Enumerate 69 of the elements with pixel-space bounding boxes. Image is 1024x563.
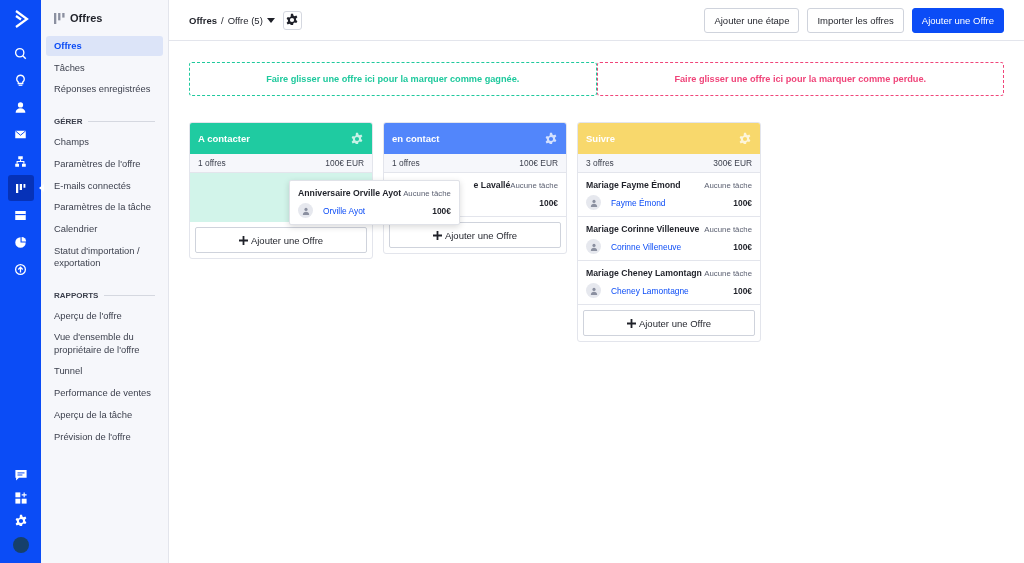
sidebar-item[interactable]: Offres	[46, 36, 163, 57]
breadcrumb-separator: /	[221, 14, 224, 26]
deal-title[interactable]: Mariage Fayme Émond	[586, 180, 681, 190]
sidebar-title: Offres	[70, 12, 103, 24]
stage-total: 100€ EUR	[519, 158, 558, 168]
stage-name: Suivre	[586, 133, 616, 144]
contact-link[interactable]: Corinne Villeneuve	[611, 241, 682, 252]
sidebar-item[interactable]: Paramètres de l'offre	[46, 153, 163, 175]
contact-link[interactable]: Orville Ayot	[323, 205, 366, 216]
deal-count: 3 offres	[586, 158, 614, 168]
plus-icon	[432, 230, 442, 240]
deal-title[interactable]: Mariage Corinne Villeneuve	[586, 224, 700, 234]
contact-link[interactable]: Cheney Lamontagne	[611, 285, 689, 296]
add-deal-button[interactable]: Ajouter une Offre	[195, 227, 367, 253]
breadcrumb-link[interactable]: Offres	[189, 14, 217, 26]
deal-title[interactable]: Mariage Cheney Lamontagn	[586, 268, 702, 278]
pipeline-selector[interactable]: Offre (5)	[227, 14, 263, 26]
chat-icon[interactable]	[13, 468, 28, 482]
sidebar-item[interactable]: Champs	[46, 132, 163, 153]
drop-zone: Faire glisser une offre ici pour la marquer comme gagnée.	[189, 62, 597, 96]
lightbulb-icon	[13, 72, 28, 88]
deal-amount: 100€	[432, 205, 451, 216]
drop-zone: Faire glisser une offre ici pour la marquer comme perdue.	[596, 62, 1004, 96]
deal-count: 1 offres	[198, 158, 226, 168]
plus-icon	[238, 235, 248, 245]
sidebar-item[interactable]: Paramètres de la tâche	[46, 197, 163, 218]
deal-title[interactable]: e Lavallé	[473, 180, 511, 190]
contact-link[interactable]: Fayme Émond	[611, 197, 666, 208]
add-deal-button[interactable]: Ajouter une Offre	[583, 310, 755, 336]
section-heading: GÉRER	[54, 117, 83, 127]
caret-icon[interactable]	[266, 17, 275, 23]
section-heading: RAPPORTS	[54, 290, 99, 300]
stage-name: en contact	[392, 133, 440, 144]
contact-avatar-icon	[298, 203, 313, 218]
deal-count: 1 offres	[392, 158, 420, 168]
sidebar-item[interactable]: Aperçu de l'offre	[46, 305, 163, 326]
upload-icon	[13, 261, 28, 277]
board-icon	[54, 12, 65, 24]
contact-avatar-icon	[586, 239, 601, 254]
deal-amount: 100€	[539, 197, 558, 208]
stage-total: 100€ EUR	[325, 158, 364, 168]
stage-total: 300€ EUR	[713, 158, 752, 168]
stage-name: A contacter	[198, 133, 250, 144]
action-button[interactable]: Ajouter une Offre	[911, 7, 1004, 33]
action-button[interactable]: Importer les offres	[807, 7, 904, 33]
sidebar-item[interactable]: Aperçu de la tâche	[46, 404, 163, 425]
sidebar-item[interactable]: Tunnel	[46, 361, 163, 382]
contact-avatar-icon	[586, 195, 601, 210]
action-button[interactable]: Ajouter une étape	[704, 7, 800, 33]
pie-chart-icon	[13, 234, 28, 250]
sidebar-item[interactable]: E-mails connectés	[46, 175, 163, 196]
sidebar-item[interactable]: Calendrier	[46, 219, 163, 240]
deal-amount: 100€	[733, 241, 752, 252]
plus-icon	[626, 318, 636, 328]
deal-amount: 100€	[733, 197, 752, 208]
deal-amount: 100€	[733, 285, 752, 296]
contact-avatar-icon	[586, 283, 601, 298]
sidebar-item[interactable]: Prévision de l'offre	[46, 426, 163, 447]
person-icon	[13, 99, 28, 115]
sidebar-item[interactable]: Statut d'importation / exportation	[46, 240, 163, 274]
search-icon	[13, 45, 28, 61]
sidebar-item[interactable]: Vue d'ensemble du propriétaire de l'offre	[46, 327, 163, 360]
sidebar-item[interactable]: Réponses enregistrées	[46, 79, 163, 100]
sitemap-icon	[13, 153, 28, 169]
add-apps-icon[interactable]	[13, 491, 28, 505]
sidebar-item[interactable]: Performance de ventes	[46, 383, 163, 404]
add-deal-button[interactable]: Ajouter une Offre	[389, 222, 561, 248]
settings-icon[interactable]	[13, 514, 28, 528]
sidebar-item[interactable]: Tâches	[46, 57, 163, 78]
